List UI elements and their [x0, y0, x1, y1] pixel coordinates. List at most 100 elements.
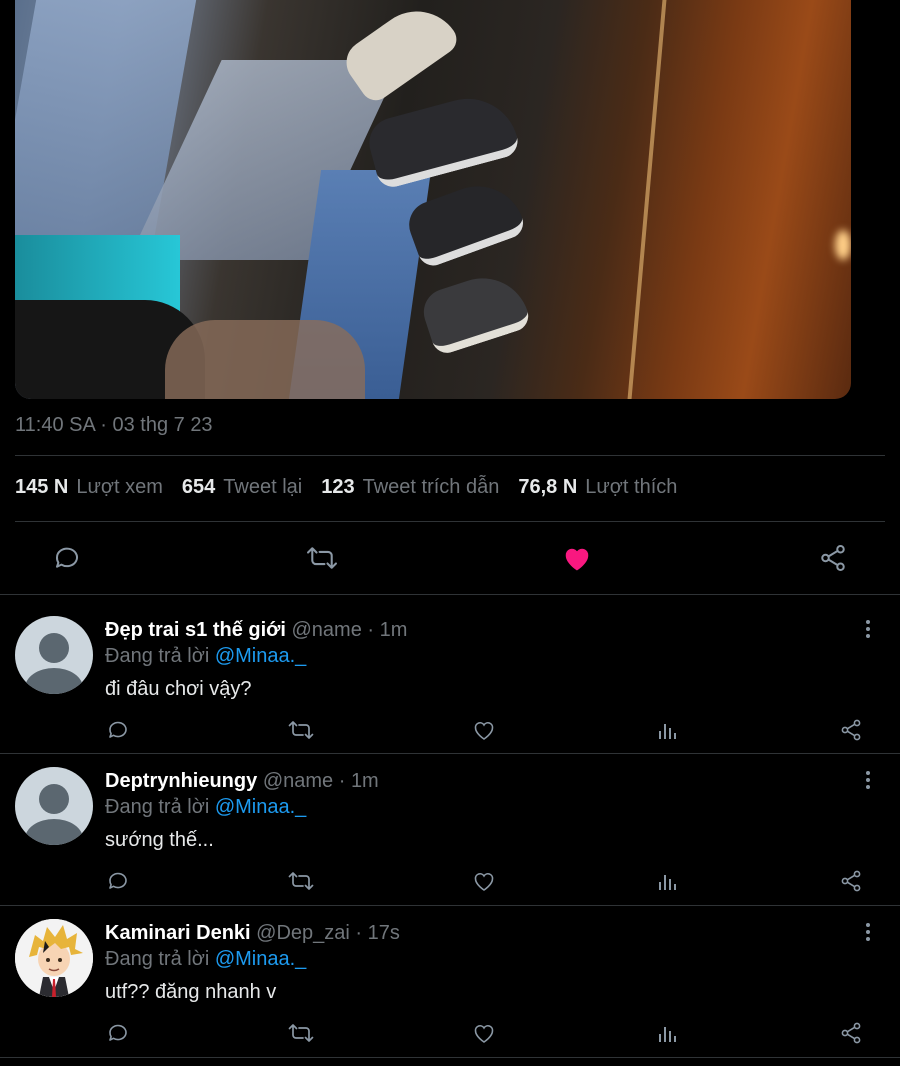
more-options-button[interactable] [856, 768, 880, 792]
retweet-icon [287, 869, 315, 893]
replying-to-label: Đang trả lời [105, 645, 210, 667]
stat-views-label: Lượt xem [76, 476, 163, 498]
mention-link[interactable]: @Minaa._ [215, 948, 306, 970]
reply-tweet[interactable]: Deptrynhieungy @name · 1m Đang trả lời @… [0, 746, 900, 896]
retweet-icon [287, 1021, 315, 1045]
heart-icon [472, 719, 496, 741]
like-button[interactable] [559, 540, 595, 576]
replying-to-label: Đang trả lời [105, 948, 210, 970]
heart-icon [472, 1022, 496, 1044]
heart-icon [472, 870, 496, 892]
retweet-icon [287, 718, 315, 742]
bar-chart-icon [657, 870, 679, 892]
photo-region [627, 0, 667, 399]
divider [15, 455, 885, 456]
more-vertical-icon [865, 922, 871, 942]
like-button[interactable] [470, 1019, 498, 1047]
tweet-timestamp[interactable]: 11:40 SA · 03 thg 7 23 [15, 414, 213, 437]
user-handle[interactable]: @name [292, 619, 362, 641]
stat-retweets[interactable]: 654 Tweet lại [182, 476, 302, 499]
more-vertical-icon [865, 619, 871, 639]
stat-quotes-label: Tweet trích dẫn [362, 476, 500, 498]
replying-to: Đang trả lời @Minaa._ [105, 796, 306, 819]
analytics-button[interactable] [654, 1019, 682, 1047]
user-display-name[interactable]: Kaminari Denki [105, 922, 251, 944]
comment-icon [106, 869, 130, 893]
default-avatar-icon[interactable] [15, 616, 93, 694]
photo-region [165, 320, 365, 399]
share-button[interactable] [837, 867, 865, 895]
user-display-name[interactable]: Đẹp trai s1 thế giới [105, 619, 286, 641]
replying-to: Đang trả lời @Minaa._ [105, 645, 306, 668]
stat-retweets-count: 654 [181, 476, 216, 498]
reply-button[interactable] [104, 1019, 132, 1047]
comment-icon [52, 543, 82, 573]
user-display-name[interactable]: Deptrynhieungy [105, 770, 257, 792]
share-icon [839, 1021, 863, 1045]
reply-button[interactable] [104, 867, 132, 895]
comment-icon [106, 718, 130, 742]
reply-header: Đẹp trai s1 thế giới @name · 1m [105, 619, 407, 642]
share-icon [839, 718, 863, 742]
user-handle[interactable]: @name [263, 770, 333, 792]
stat-likes-count: 76,8 N [518, 476, 578, 498]
bar-chart-icon [657, 1022, 679, 1044]
analytics-button[interactable] [654, 716, 682, 744]
more-options-button[interactable] [856, 920, 880, 944]
separator: · [333, 770, 351, 792]
share-icon [818, 543, 848, 573]
anime-avatar[interactable] [15, 919, 93, 997]
stat-views[interactable]: 145 N Lượt xem [15, 476, 163, 499]
retweet-button[interactable] [287, 716, 315, 744]
share-button[interactable] [837, 716, 865, 744]
reply-text: đi đâu chơi vậy? [105, 678, 252, 700]
stat-likes-label: Lượt thích [585, 476, 678, 498]
reply-button[interactable] [104, 716, 132, 744]
retweet-button[interactable] [304, 540, 340, 576]
default-avatar-icon[interactable] [15, 767, 93, 845]
reply-header: Kaminari Denki @Dep_zai · 17s [105, 922, 400, 945]
photo-region [363, 87, 522, 191]
stat-retweets-label: Tweet lại [223, 476, 303, 498]
separator: · [361, 619, 380, 641]
tweet-media-photo[interactable] [15, 0, 851, 399]
retweet-icon [305, 543, 339, 573]
like-button[interactable] [470, 716, 498, 744]
photo-region [417, 266, 533, 357]
mention-link[interactable]: @Minaa._ [215, 645, 306, 667]
heart-filled-icon [562, 544, 592, 572]
share-button[interactable] [837, 1019, 865, 1047]
tweet-action-bar [0, 536, 900, 580]
more-options-button[interactable] [856, 617, 880, 641]
retweet-button[interactable] [287, 867, 315, 895]
more-vertical-icon [865, 770, 871, 790]
share-icon [839, 869, 863, 893]
reply-text: utf?? đăng nhanh v [105, 981, 277, 1003]
tweet-stats: 145 N Lượt xem 654 Tweet lại 123 Tweet tríc… [15, 476, 696, 499]
mention-link[interactable]: @Minaa._ [215, 796, 306, 818]
reply-time[interactable]: 1m [351, 770, 379, 792]
stat-quotes-count: 123 [321, 476, 355, 498]
bar-chart-icon [657, 719, 679, 741]
stat-quotes[interactable]: 123 Tweet trích dẫn [321, 476, 499, 499]
stat-likes[interactable]: 76,8 N Lượt thích [518, 476, 677, 499]
stat-views-count: 145 N [15, 476, 69, 498]
separator: · [349, 922, 368, 944]
divider [0, 1057, 900, 1058]
photo-region [835, 230, 851, 260]
user-handle[interactable]: @Dep_zai [256, 922, 350, 944]
reply-tweet[interactable]: Đẹp trai s1 thế giới @name · 1m Đang trả… [0, 595, 900, 745]
reply-time[interactable]: 17s [368, 922, 400, 944]
replying-to-label: Đang trả lời [105, 796, 210, 818]
retweet-button[interactable] [287, 1019, 315, 1047]
replying-to: Đang trả lời @Minaa._ [105, 948, 306, 971]
analytics-button[interactable] [654, 867, 682, 895]
reply-button[interactable] [49, 540, 85, 576]
like-button[interactable] [470, 867, 498, 895]
reply-header: Deptrynhieungy @name · 1m [105, 770, 379, 793]
comment-icon [106, 1021, 130, 1045]
reply-tweet[interactable]: Kaminari Denki @Dep_zai · 17s Đang trả l… [0, 898, 900, 1048]
share-button[interactable] [815, 540, 851, 576]
divider [15, 521, 885, 522]
reply-time[interactable]: 1m [380, 619, 408, 641]
